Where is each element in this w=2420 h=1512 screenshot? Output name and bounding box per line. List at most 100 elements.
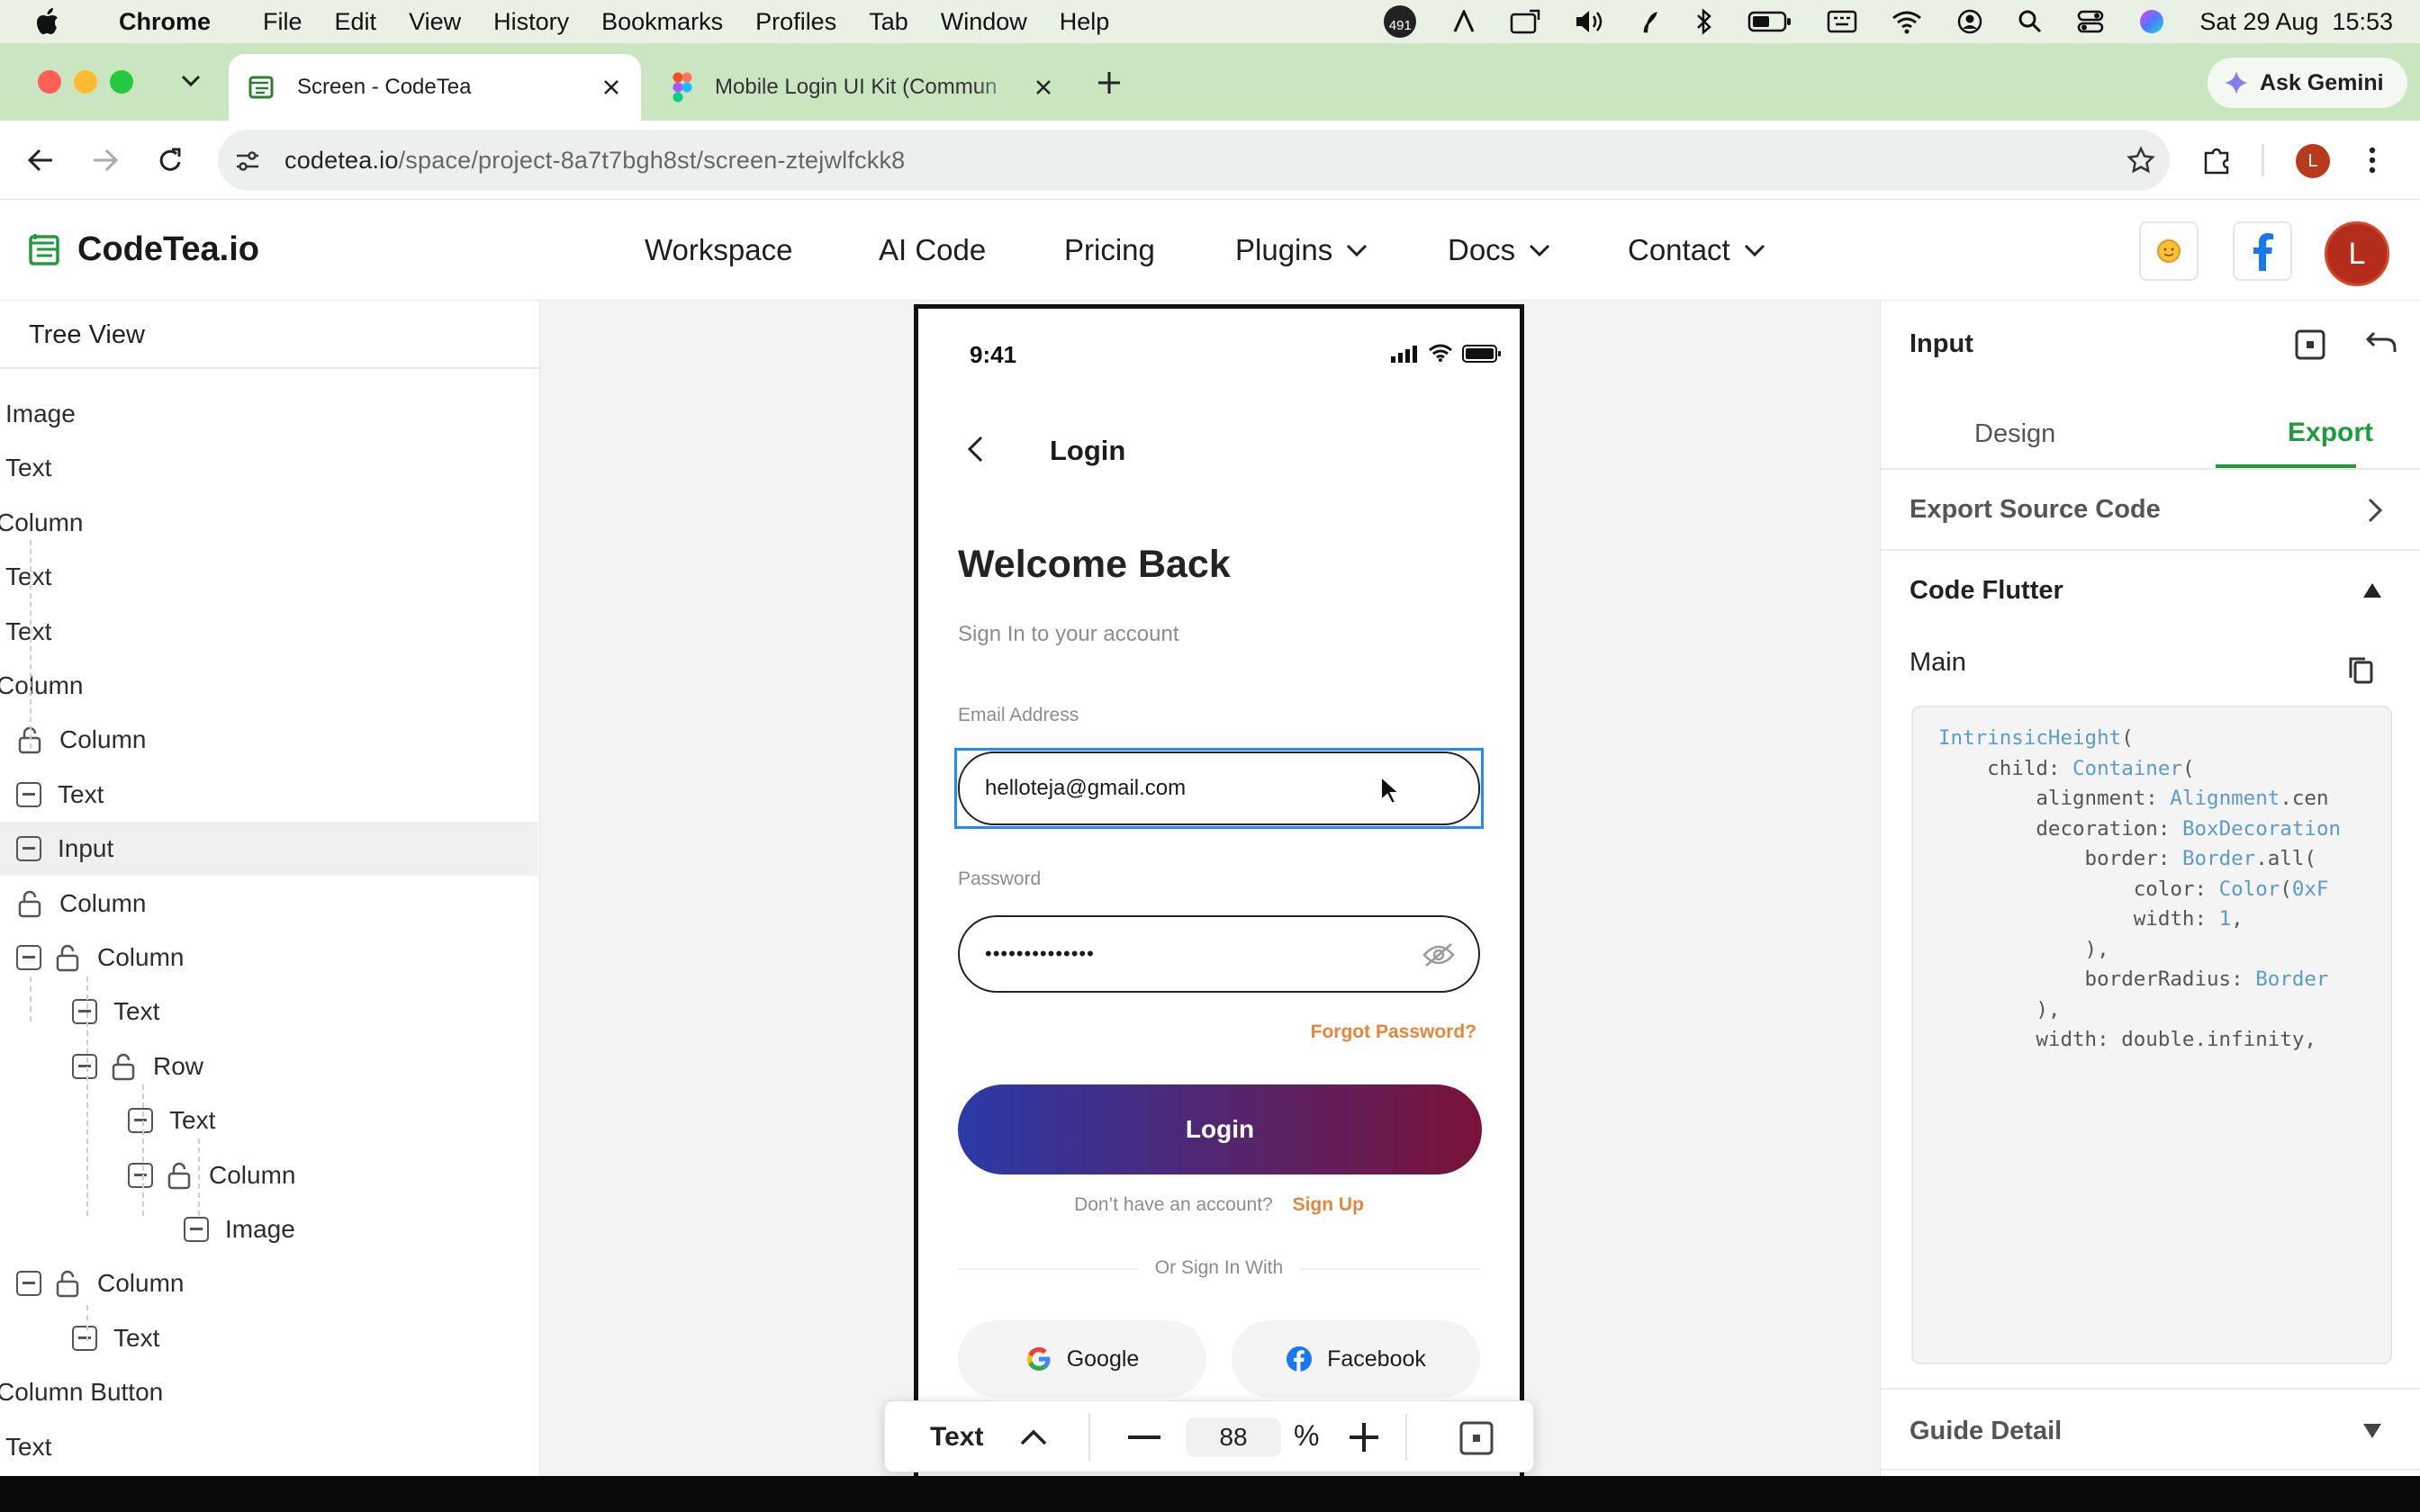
font-icon[interactable] bbox=[1452, 10, 1476, 33]
lock-open-icon[interactable] bbox=[166, 1161, 193, 1190]
tree-item-column[interactable]: Column bbox=[0, 659, 538, 713]
extensions-puzzle-icon[interactable] bbox=[2202, 146, 2233, 175]
tab-close-icon[interactable] bbox=[1034, 77, 1053, 97]
collapse-toggle-icon[interactable] bbox=[128, 1108, 153, 1133]
lock-open-icon[interactable] bbox=[16, 889, 43, 918]
collapse-toggle-icon[interactable] bbox=[72, 1326, 97, 1351]
window-close-button[interactable] bbox=[38, 70, 61, 94]
battery-icon[interactable] bbox=[1747, 10, 1792, 33]
tree-item-text[interactable]: Text bbox=[0, 768, 538, 822]
zoom-out-icon[interactable] bbox=[1128, 1436, 1160, 1439]
menubar-item-file[interactable]: File bbox=[247, 8, 319, 36]
collapse-toggle-icon[interactable] bbox=[16, 945, 41, 970]
address-bar[interactable]: codetea.io/space/project-8a7t7bgh8st/scr… bbox=[218, 130, 2170, 191]
tree-item-text[interactable]: Text bbox=[0, 441, 538, 495]
spotlight-search-icon[interactable] bbox=[2018, 9, 2043, 34]
zoom-in-icon[interactable] bbox=[1348, 1421, 1380, 1454]
tab-search-chevron-icon[interactable] bbox=[180, 72, 202, 90]
tree-item-input[interactable]: Input bbox=[0, 822, 538, 876]
user-avatar[interactable]: L bbox=[2325, 221, 2389, 286]
window-minimize-button[interactable] bbox=[74, 70, 97, 94]
menubar-item-help[interactable]: Help bbox=[1043, 8, 1126, 36]
copy-code-icon[interactable] bbox=[2347, 655, 2374, 686]
wifi-icon[interactable] bbox=[1892, 9, 1922, 34]
url-text[interactable]: codetea.io/space/project-8a7t7bgh8st/scr… bbox=[284, 147, 905, 175]
collapse-toggle-icon[interactable] bbox=[184, 1217, 209, 1242]
code-block[interactable]: IntrinsicHeight( child: Container( align… bbox=[1911, 706, 2392, 1364]
lock-open-icon[interactable] bbox=[110, 1052, 137, 1081]
tab-export[interactable]: Export bbox=[2288, 418, 2373, 448]
collapse-toggle-icon[interactable] bbox=[16, 782, 41, 807]
nav-contact[interactable]: Contact bbox=[1628, 200, 1766, 301]
site-logo[interactable]: CodeTea.io bbox=[27, 230, 259, 269]
profile-avatar[interactable]: L bbox=[2296, 144, 2330, 178]
nav-workspace[interactable]: Workspace bbox=[645, 200, 792, 301]
tree-item-text[interactable]: Text bbox=[0, 550, 538, 604]
collapse-toggle-icon[interactable] bbox=[128, 1163, 153, 1188]
facebook-link-button[interactable] bbox=[2233, 221, 2292, 281]
menubar-item-view[interactable]: View bbox=[393, 8, 477, 36]
tree-item-text[interactable]: Text bbox=[0, 1420, 538, 1474]
tree-item-image[interactable]: Image bbox=[0, 387, 538, 441]
menubar-item-bookmarks[interactable]: Bookmarks bbox=[585, 8, 739, 36]
new-tab-plus-icon[interactable] bbox=[1097, 70, 1122, 95]
sign-up-link[interactable]: Sign Up bbox=[1293, 1194, 1364, 1215]
tree-item-image[interactable]: Image bbox=[0, 1202, 538, 1256]
forward-arrow-icon[interactable] bbox=[92, 148, 119, 173]
guide-detail-row[interactable]: Guide Detail bbox=[1881, 1390, 2420, 1471]
theme-toggle-button[interactable] bbox=[2139, 221, 2199, 281]
tab-codetea[interactable]: Screen - CodeTea bbox=[229, 54, 641, 121]
tree-item-column-button[interactable]: Column Button bbox=[0, 1365, 538, 1419]
tree-item-text[interactable]: Text bbox=[0, 1311, 538, 1365]
user-account-icon[interactable] bbox=[1956, 8, 1983, 35]
collapse-toggle-icon[interactable] bbox=[16, 1271, 41, 1296]
nav-ai-code[interactable]: AI Code bbox=[879, 200, 986, 301]
tab-design[interactable]: Design bbox=[1974, 419, 2055, 449]
tree-item-text[interactable]: Text bbox=[0, 985, 538, 1039]
eye-off-icon[interactable] bbox=[1422, 942, 1455, 968]
tab-figma[interactable]: Mobile Login UI Kit (Commun bbox=[657, 54, 1071, 121]
element-type-selector[interactable]: Text bbox=[885, 1401, 1088, 1473]
select-element-icon[interactable] bbox=[2295, 329, 2325, 360]
code-flutter-header[interactable]: Code Flutter bbox=[1881, 551, 2420, 628]
reload-icon[interactable] bbox=[157, 146, 184, 175]
lock-open-icon[interactable] bbox=[54, 943, 81, 972]
tree-item-column[interactable]: Column bbox=[0, 1256, 538, 1310]
password-input[interactable]: •••••••••••••• bbox=[958, 915, 1480, 993]
menubar-item-tab[interactable]: Tab bbox=[853, 8, 925, 36]
script-icon[interactable] bbox=[1639, 8, 1661, 35]
control-center-icon[interactable] bbox=[2077, 9, 2104, 34]
notification-badge[interactable]: 491 bbox=[1382, 4, 1418, 40]
facebook-signin-button[interactable]: Facebook bbox=[1232, 1320, 1480, 1398]
browser-menu-kebab-icon[interactable] bbox=[2368, 146, 2377, 175]
lock-open-icon[interactable] bbox=[54, 1269, 81, 1298]
screen-share-icon[interactable] bbox=[1510, 9, 1540, 34]
tree-item-column[interactable]: Column bbox=[0, 713, 538, 767]
fit-to-screen-icon[interactable] bbox=[1459, 1421, 1494, 1455]
zoom-level-input[interactable]: 88 bbox=[1186, 1418, 1281, 1457]
collapse-toggle-icon[interactable] bbox=[72, 999, 97, 1024]
google-signin-button[interactable]: Google bbox=[958, 1320, 1206, 1398]
nav-pricing[interactable]: Pricing bbox=[1064, 200, 1155, 301]
siri-icon[interactable] bbox=[2138, 8, 2165, 35]
menubar-item-profiles[interactable]: Profiles bbox=[739, 8, 853, 36]
menubar-app-name[interactable]: Chrome bbox=[95, 8, 227, 36]
export-source-code-row[interactable]: Export Source Code bbox=[1881, 470, 2420, 551]
tree-item-column[interactable]: Column bbox=[0, 496, 538, 550]
menubar-item-history[interactable]: History bbox=[477, 8, 585, 36]
menubar-datetime[interactable]: Sat 29 Aug 15:53 bbox=[2199, 8, 2393, 36]
tab-close-icon[interactable] bbox=[601, 77, 621, 97]
apple-menu-icon[interactable] bbox=[36, 8, 61, 35]
nav-docs[interactable]: Docs bbox=[1448, 200, 1551, 301]
ask-gemini-button[interactable]: Ask Gemini bbox=[2208, 58, 2407, 108]
tree-item-row[interactable]: Row bbox=[0, 1040, 538, 1094]
collapse-toggle-icon[interactable] bbox=[16, 836, 41, 861]
tree-item-text[interactable]: Text bbox=[0, 605, 538, 659]
volume-icon[interactable] bbox=[1575, 9, 1605, 34]
login-button[interactable]: Login bbox=[958, 1084, 1482, 1174]
tree-item-column[interactable]: Column bbox=[0, 1148, 538, 1202]
design-canvas[interactable]: 9:41 Login Welcome Back Sign In to your … bbox=[540, 301, 1880, 1476]
window-zoom-button[interactable] bbox=[110, 70, 133, 94]
keyboard-icon[interactable] bbox=[1827, 10, 1857, 33]
phone-frame[interactable]: 9:41 Login Welcome Back Sign In to your … bbox=[914, 304, 1524, 1476]
